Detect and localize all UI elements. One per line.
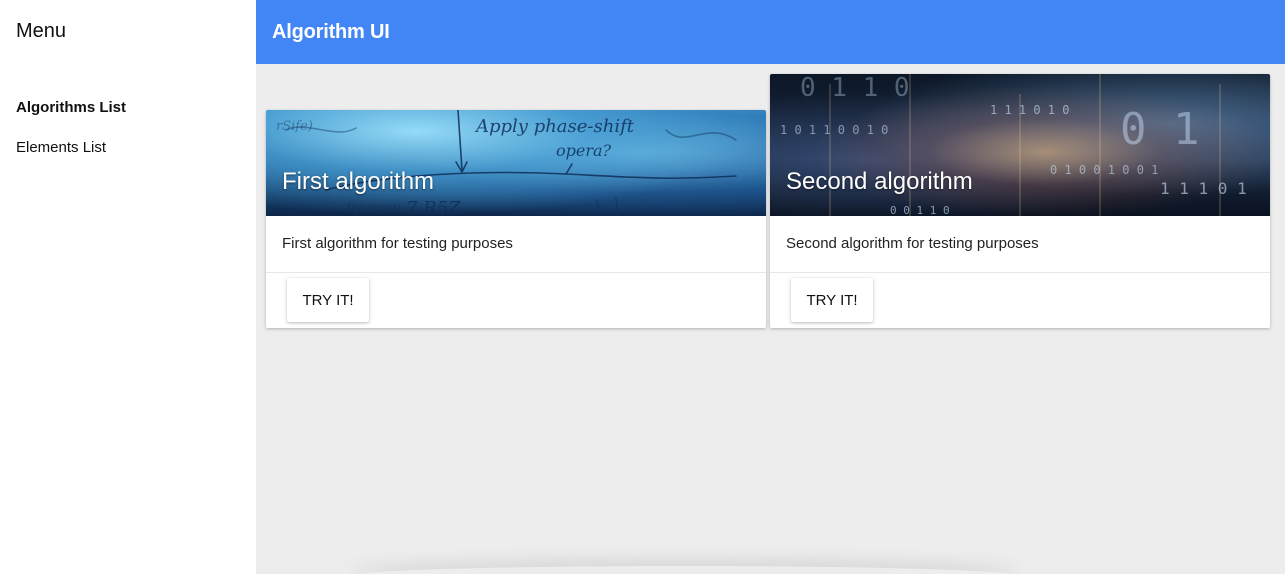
binary-text-1: 0 1 1 0 [800,74,910,103]
app-title: Algorithm UI [272,21,390,43]
binary-text-5: 0 1 0 0 1 0 0 1 [1050,163,1158,177]
sidebar-title: Menu [16,20,67,42]
handwriting-text-1: Apply phase-shift [474,116,635,137]
handwriting-text-4: 7 R5Z [406,198,461,216]
sidebar-item-algorithms-list[interactable]: Algorithms List [16,99,126,116]
card-title-second: Second algorithm [786,168,973,195]
handwriting-text-2: opera? [556,141,612,160]
handwriting-text-3: frequen [345,200,401,216]
algorithm-card-second: 0 1 1 0 0 1 1 0 1 1 0 0 1 0 1 1 1 0 1 0 … [770,74,1270,328]
algorithm-card-first: Apply phase-shift opera? frequen 7 R5Z r… [266,110,766,328]
try-it-button-first[interactable]: TRY IT! [287,278,369,322]
sidebar: Menu Algorithms List Elements List [0,0,256,574]
card-description-first: First algorithm for testing purposes [282,235,513,252]
bottom-shadow [350,566,1020,574]
card-media-second: 0 1 1 0 0 1 1 0 1 1 0 0 1 0 1 1 1 0 1 0 … [770,74,1270,216]
binary-text-4: 1 1 1 0 1 0 [990,103,1069,117]
binary-text-7: 0 0 1 1 0 [890,204,950,216]
card-media-first: Apply phase-shift opera? frequen 7 R5Z r… [266,110,766,216]
binary-text-2: 0 1 [1120,104,1199,155]
try-it-button-second[interactable]: TRY IT! [791,278,873,322]
binary-text-3: 1 0 1 1 0 0 1 0 [780,123,888,137]
card-divider [266,272,766,273]
handwriting-overlay: Apply phase-shift opera? frequen 7 R5Z r… [276,110,737,216]
card-title-first: First algorithm [282,168,435,195]
handwriting-text-5: rSife) [276,119,313,134]
sidebar-item-elements-list[interactable]: Elements List [16,139,106,156]
card-divider [770,272,1270,273]
app-bar: Algorithm UI [256,0,1285,64]
binary-text-6: 1 1 1 0 1 [1160,179,1247,198]
card-description-second: Second algorithm for testing purposes [786,235,1039,252]
